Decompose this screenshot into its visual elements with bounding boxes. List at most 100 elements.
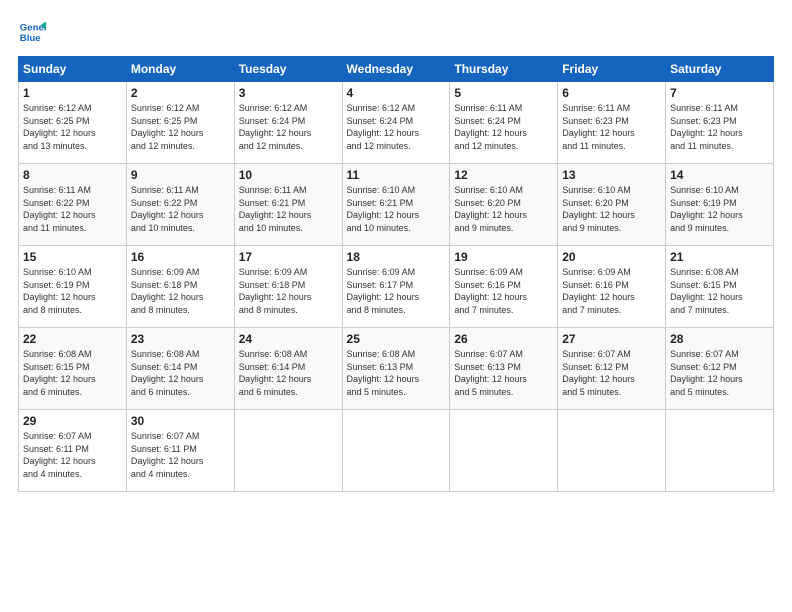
day-info: Sunrise: 6:09 AMSunset: 6:18 PMDaylight:…: [239, 266, 338, 316]
day-number: 16: [131, 250, 230, 264]
day-number: 21: [670, 250, 769, 264]
day-number: 27: [562, 332, 661, 346]
day-header-friday: Friday: [558, 57, 666, 82]
day-info: Sunrise: 6:12 AMSunset: 6:24 PMDaylight:…: [239, 102, 338, 152]
calendar-cell: 29 Sunrise: 6:07 AMSunset: 6:11 PMDayligh…: [19, 410, 127, 492]
calendar-cell: 1 Sunrise: 6:12 AMSunset: 6:25 PMDaylight…: [19, 82, 127, 164]
calendar-cell: 13 Sunrise: 6:10 AMSunset: 6:20 PMDayligh…: [558, 164, 666, 246]
day-number: 8: [23, 168, 122, 182]
calendar-cell: 21 Sunrise: 6:08 AMSunset: 6:15 PMDayligh…: [666, 246, 774, 328]
day-header-thursday: Thursday: [450, 57, 558, 82]
day-number: 6: [562, 86, 661, 100]
calendar-cell: [450, 410, 558, 492]
calendar-cell: 3 Sunrise: 6:12 AMSunset: 6:24 PMDaylight…: [234, 82, 342, 164]
day-number: 13: [562, 168, 661, 182]
calendar-cell: 15 Sunrise: 6:10 AMSunset: 6:19 PMDayligh…: [19, 246, 127, 328]
day-info: Sunrise: 6:07 AMSunset: 6:11 PMDaylight:…: [131, 430, 230, 480]
day-number: 10: [239, 168, 338, 182]
day-number: 19: [454, 250, 553, 264]
day-info: Sunrise: 6:07 AMSunset: 6:11 PMDaylight:…: [23, 430, 122, 480]
day-number: 22: [23, 332, 122, 346]
day-header-monday: Monday: [126, 57, 234, 82]
calendar-cell: 4 Sunrise: 6:12 AMSunset: 6:24 PMDaylight…: [342, 82, 450, 164]
day-info: Sunrise: 6:07 AMSunset: 6:12 PMDaylight:…: [670, 348, 769, 398]
day-info: Sunrise: 6:08 AMSunset: 6:13 PMDaylight:…: [347, 348, 446, 398]
calendar-cell: 23 Sunrise: 6:08 AMSunset: 6:14 PMDayligh…: [126, 328, 234, 410]
calendar-cell: 10 Sunrise: 6:11 AMSunset: 6:21 PMDayligh…: [234, 164, 342, 246]
calendar-table: SundayMondayTuesdayWednesdayThursdayFrid…: [18, 56, 774, 492]
page: General Blue SundayMondayTuesdayWednesda…: [0, 0, 792, 612]
day-number: 4: [347, 86, 446, 100]
calendar-cell: 27 Sunrise: 6:07 AMSunset: 6:12 PMDayligh…: [558, 328, 666, 410]
day-info: Sunrise: 6:11 AMSunset: 6:23 PMDaylight:…: [670, 102, 769, 152]
day-number: 25: [347, 332, 446, 346]
calendar-cell: 6 Sunrise: 6:11 AMSunset: 6:23 PMDaylight…: [558, 82, 666, 164]
day-number: 24: [239, 332, 338, 346]
calendar-cell: [558, 410, 666, 492]
day-info: Sunrise: 6:08 AMSunset: 6:14 PMDaylight:…: [131, 348, 230, 398]
calendar-cell: 7 Sunrise: 6:11 AMSunset: 6:23 PMDaylight…: [666, 82, 774, 164]
calendar-cell: [666, 410, 774, 492]
day-number: 3: [239, 86, 338, 100]
day-number: 2: [131, 86, 230, 100]
day-number: 23: [131, 332, 230, 346]
day-number: 30: [131, 414, 230, 428]
day-header-sunday: Sunday: [19, 57, 127, 82]
day-info: Sunrise: 6:08 AMSunset: 6:14 PMDaylight:…: [239, 348, 338, 398]
calendar-cell: 9Sunrise: 6:11 AMSunset: 6:22 PMDaylight…: [126, 164, 234, 246]
day-number: 29: [23, 414, 122, 428]
svg-text:General: General: [20, 22, 46, 33]
day-number: 28: [670, 332, 769, 346]
day-number: 1: [23, 86, 122, 100]
calendar-cell: 16 Sunrise: 6:09 AMSunset: 6:18 PMDayligh…: [126, 246, 234, 328]
day-header-wednesday: Wednesday: [342, 57, 450, 82]
day-info: Sunrise: 6:09 AMSunset: 6:16 PMDaylight:…: [562, 266, 661, 316]
header: General Blue: [18, 18, 774, 46]
day-header-saturday: Saturday: [666, 57, 774, 82]
day-number: 12: [454, 168, 553, 182]
calendar-cell: 12Sunrise: 6:10 AMSunset: 6:20 PMDayligh…: [450, 164, 558, 246]
calendar-cell: 18 Sunrise: 6:09 AMSunset: 6:17 PMDayligh…: [342, 246, 450, 328]
calendar-cell: 19 Sunrise: 6:09 AMSunset: 6:16 PMDayligh…: [450, 246, 558, 328]
day-info: Sunrise: 6:08 AMSunset: 6:15 PMDaylight:…: [670, 266, 769, 316]
day-number: 18: [347, 250, 446, 264]
day-info: Sunrise: 6:11 AMSunset: 6:22 PMDaylight:…: [23, 184, 122, 234]
calendar-cell: 17 Sunrise: 6:09 AMSunset: 6:18 PMDayligh…: [234, 246, 342, 328]
day-number: 20: [562, 250, 661, 264]
day-number: 15: [23, 250, 122, 264]
day-header-tuesday: Tuesday: [234, 57, 342, 82]
calendar-cell: 28 Sunrise: 6:07 AMSunset: 6:12 PMDayligh…: [666, 328, 774, 410]
calendar-cell: 5Sunrise: 6:11 AMSunset: 6:24 PMDaylight…: [450, 82, 558, 164]
day-info: Sunrise: 6:12 AMSunset: 6:25 PMDaylight:…: [23, 102, 122, 152]
calendar-cell: 25 Sunrise: 6:08 AMSunset: 6:13 PMDayligh…: [342, 328, 450, 410]
logo: General Blue: [18, 18, 52, 46]
day-info: Sunrise: 6:08 AMSunset: 6:15 PMDaylight:…: [23, 348, 122, 398]
calendar-cell: [342, 410, 450, 492]
day-info: Sunrise: 6:11 AMSunset: 6:21 PMDaylight:…: [239, 184, 338, 234]
day-info: Sunrise: 6:09 AMSunset: 6:18 PMDaylight:…: [131, 266, 230, 316]
calendar-cell: 22 Sunrise: 6:08 AMSunset: 6:15 PMDayligh…: [19, 328, 127, 410]
calendar-cell: 24 Sunrise: 6:08 AMSunset: 6:14 PMDayligh…: [234, 328, 342, 410]
calendar-cell: 14Sunrise: 6:10 AMSunset: 6:19 PMDayligh…: [666, 164, 774, 246]
day-info: Sunrise: 6:11 AMSunset: 6:23 PMDaylight:…: [562, 102, 661, 152]
day-info: Sunrise: 6:12 AMSunset: 6:25 PMDaylight:…: [131, 102, 230, 152]
day-number: 11: [347, 168, 446, 182]
calendar-cell: 8 Sunrise: 6:11 AMSunset: 6:22 PMDaylight…: [19, 164, 127, 246]
day-info: Sunrise: 6:09 AMSunset: 6:16 PMDaylight:…: [454, 266, 553, 316]
calendar-cell: [234, 410, 342, 492]
logo-icon: General Blue: [18, 18, 46, 46]
day-info: Sunrise: 6:07 AMSunset: 6:13 PMDaylight:…: [454, 348, 553, 398]
day-info: Sunrise: 6:10 AMSunset: 6:20 PMDaylight:…: [562, 184, 661, 234]
day-number: 26: [454, 332, 553, 346]
calendar-cell: 2 Sunrise: 6:12 AMSunset: 6:25 PMDaylight…: [126, 82, 234, 164]
day-info: Sunrise: 6:07 AMSunset: 6:12 PMDaylight:…: [562, 348, 661, 398]
day-info: Sunrise: 6:10 AMSunset: 6:19 PMDaylight:…: [23, 266, 122, 316]
day-number: 7: [670, 86, 769, 100]
day-info: Sunrise: 6:09 AMSunset: 6:17 PMDaylight:…: [347, 266, 446, 316]
day-number: 17: [239, 250, 338, 264]
calendar-cell: 20 Sunrise: 6:09 AMSunset: 6:16 PMDayligh…: [558, 246, 666, 328]
day-info: Sunrise: 6:10 AMSunset: 6:21 PMDaylight:…: [347, 184, 446, 234]
calendar-cell: 30 Sunrise: 6:07 AMSunset: 6:11 PMDayligh…: [126, 410, 234, 492]
day-info: Sunrise: 6:12 AMSunset: 6:24 PMDaylight:…: [347, 102, 446, 152]
day-info: Sunrise: 6:11 AMSunset: 6:22 PMDaylight:…: [131, 184, 230, 234]
